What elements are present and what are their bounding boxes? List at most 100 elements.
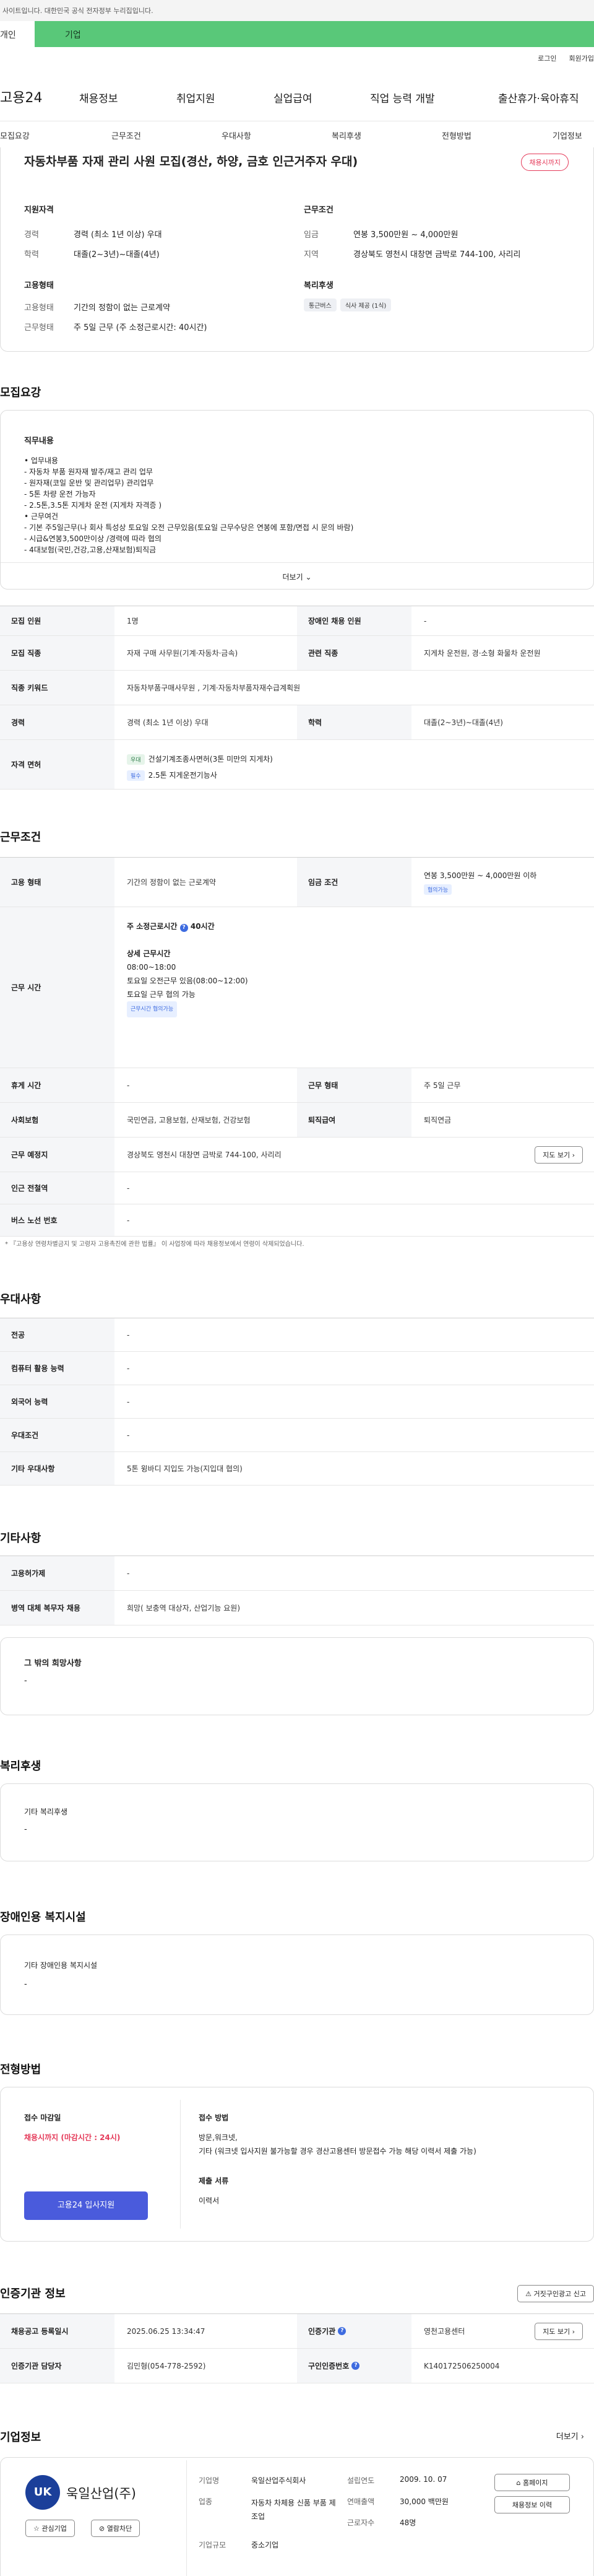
map-button[interactable]: 지도 보기 › <box>535 1146 583 1164</box>
th: 사회보험 <box>0 1103 114 1137</box>
td: K140172506250004 <box>424 2361 500 2370</box>
work-heading: 근무조건 <box>0 831 41 844</box>
td: 김민형(054-778-2592) <box>127 2362 206 2370</box>
fav-button[interactable]: ☆ 관심기업 <box>25 2520 75 2537</box>
subnav-recruit[interactable]: 모집요강 <box>0 129 30 141</box>
th: 인근 전철역 <box>0 1172 114 1204</box>
table-row: 근무 예정지 경상북도 영천시 대창면 금박로 744-100, 사리리 지도 보기… <box>0 1138 594 1172</box>
section-nav: 모집요강 근무조건 우대사항 복리후생 전형방법 기업정보 <box>0 121 594 148</box>
th: 퇴직급여 <box>297 1103 411 1137</box>
welfare-card-value: - <box>24 1825 27 1834</box>
job-title: 자동차부품 자재 관리 사원 모집(경산, 하양, 금호 인근거주자 우대) <box>24 155 358 168</box>
duty-line: - 자동차 부품 원자재 발주/재고 관리 업무 <box>24 468 153 476</box>
subnav-work[interactable]: 근무조건 <box>111 129 141 141</box>
jobs-history-button[interactable]: 채용정보 이력 <box>494 2496 570 2513</box>
menu-benefit[interactable]: 실업급여 <box>273 90 312 105</box>
pay-label: 임금 <box>304 230 319 240</box>
method-title: 접수 방법 <box>199 2113 229 2122</box>
divider <box>180 2100 181 2229</box>
info-label: 근로자수 <box>347 2518 375 2527</box>
form-value: 주 5일 근무 (주 소정근로시간: 40시간) <box>74 323 207 333</box>
license-line: 우대 건설기계조종사면허(3톤 미만의 지게차) <box>127 754 273 765</box>
block-button[interactable]: ⊘ 열람차단 <box>91 2520 140 2537</box>
th: 버스 노선 번호 <box>0 1204 114 1236</box>
info-icon[interactable]: ? <box>351 2362 360 2370</box>
edu-label: 학력 <box>24 250 39 259</box>
etc-heading: 기타사항 <box>0 1532 41 1545</box>
welfare-title: 복리후생 <box>304 281 334 290</box>
duty-line: - 원자재(코일 운반 및 관리업무) 관리업무 <box>24 479 154 487</box>
weekly-label: 주 소정근로시간 <box>127 922 178 931</box>
table-row: 인근 전철역 - <box>0 1172 594 1204</box>
license-value: 2.5톤 지게운전기능사 <box>148 771 217 780</box>
cert-map-button[interactable]: 지도 보기 › <box>535 2323 583 2340</box>
td: 1명 <box>127 617 139 625</box>
company-more-link[interactable]: 더보기 › <box>556 2430 584 2442</box>
apply-button[interactable]: 고용24 입사지원 <box>24 2191 148 2220</box>
star-icon: ☆ <box>33 2525 40 2533</box>
type-value: 기간의 정함이 없는 근로계약 <box>74 303 170 313</box>
td: - <box>127 1430 130 1440</box>
cert-heading: 인증기관 정보 <box>0 2287 66 2300</box>
duty-line: • 근무여건 <box>24 512 59 521</box>
td: 자동차부품구매사무원 , 기계·자동차부품자재수급계획원 <box>127 684 301 692</box>
subnav-welfare[interactable]: 복리후생 <box>332 129 361 141</box>
th: 근무 시간 <box>0 907 114 1068</box>
table-row: 경력 경력 (최소 1년 이상) 우대 학력 대졸(2~3년)~대졸(4년) <box>0 705 594 740</box>
site-logo[interactable]: 고용24 <box>0 87 42 107</box>
pref-heading: 우대사항 <box>0 1293 41 1306</box>
th: 컴퓨터 활용 능력 <box>0 1352 114 1385</box>
process-heading: 전형방법 <box>0 2063 41 2076</box>
th: 외국어 능력 <box>0 1385 114 1418</box>
work-table: 고용 형태 기간의 정함이 없는 근로계약 임금 조건 연봉 3,500만원 ~ 4… <box>0 857 594 1237</box>
duty-line: - 기본 주5일근무(나 회사 특성상 토요일 오전 근무있음(토요일 근무수당… <box>24 523 354 532</box>
td: 기간의 정함이 없는 근로계약 <box>127 878 216 887</box>
tab-company[interactable]: 기업 <box>65 28 81 41</box>
welfare-card-title: 기타 복리후생 <box>24 1808 68 1816</box>
process-card: 접수 마감일 채용시까지 (마감시간 : 24시) 고용24 입사지원 접수 방… <box>0 2087 594 2242</box>
career-value: 경력 (최소 1년 이상) 우대 <box>74 230 162 240</box>
duty-content: • 업무내용 - 자동차 부품 원자재 발주/재고 관리 업무 - 원자재(코일 운… <box>24 455 353 555</box>
th: 휴게 시간 <box>0 1068 114 1102</box>
tab-personal[interactable]: 개인 <box>0 21 35 47</box>
menu-training[interactable]: 직업 능력 개발 <box>370 90 435 105</box>
th: 고용 형태 <box>0 858 114 907</box>
info-icon[interactable]: ? <box>179 924 188 932</box>
td: 퇴직연금 <box>424 1116 452 1125</box>
table-row: 자격 면허 우대 건설기계조종사면허(3톤 미만의 지게차) 필수 2.5톤 지게운… <box>0 740 594 790</box>
required-chip: 필수 <box>127 770 145 781</box>
td: 지게차 운전원, 경·소형 화물차 운전원 <box>424 649 541 658</box>
deadline-title: 접수 마감일 <box>24 2113 61 2122</box>
loc-label: 지역 <box>304 250 319 259</box>
td: 대졸(2~3년)~대졸(4년) <box>424 718 503 727</box>
subnav-process[interactable]: 전형방법 <box>442 129 471 141</box>
subnav-pref[interactable]: 우대사항 <box>222 129 251 141</box>
homepage-button[interactable]: ⌂ 홈페이지 <box>494 2474 570 2491</box>
th: 우대조건 <box>0 1419 114 1451</box>
td: 5톤 윙바디 지입도 가능(지입대 협의) <box>127 1464 243 1473</box>
join-link[interactable]: 회원가입 <box>569 54 594 63</box>
td: 자재 구매 사무원(기계·자동차·금속) <box>127 649 238 658</box>
menu-leave[interactable]: 출산휴가·육아휴직 <box>498 90 579 105</box>
td: 국민연금, 고용보험, 산재보험, 건강보험 <box>127 1116 251 1125</box>
duty-line: - 2.5톤,3.5톤 지게차 운전 (지게차 자격증 ) <box>24 501 162 510</box>
td: - <box>127 1081 130 1090</box>
hope-card: 그 밖의 희망사항 - <box>0 1637 594 1715</box>
th: 관련 직종 <box>297 636 411 670</box>
company-card: UK 욱일산업(주) ☆ 관심기업 ⊘ 열람차단 기업명 욱일산업주식회사 업종… <box>0 2457 594 2576</box>
info-label: 기업명 <box>199 2476 220 2485</box>
util-links: 로그인 회원가입 <box>525 53 594 63</box>
th: 구인인증번호 <box>308 2362 350 2370</box>
pay-range: 연봉 3,500만원 ~ 4,000만원 이하 <box>424 871 537 880</box>
report-button[interactable]: ⚠ 거짓구인광고 신고 <box>517 2285 594 2302</box>
menu-support[interactable]: 취업지원 <box>176 90 215 105</box>
th: 기타 우대사항 <box>0 1452 114 1485</box>
info-value: 욱일산업주식회사 <box>251 2476 306 2485</box>
menu-jobs[interactable]: 채용정보 <box>79 90 118 105</box>
table-row: 컴퓨터 활용 능력 - <box>0 1352 594 1385</box>
method-value: 방문,워크넷, <box>199 2133 238 2142</box>
info-icon[interactable]: ? <box>338 2327 346 2335</box>
login-link[interactable]: 로그인 <box>538 54 556 63</box>
subnav-company[interactable]: 기업정보 <box>553 129 582 141</box>
more-button[interactable]: 더보기 ⌄ <box>1 562 593 582</box>
